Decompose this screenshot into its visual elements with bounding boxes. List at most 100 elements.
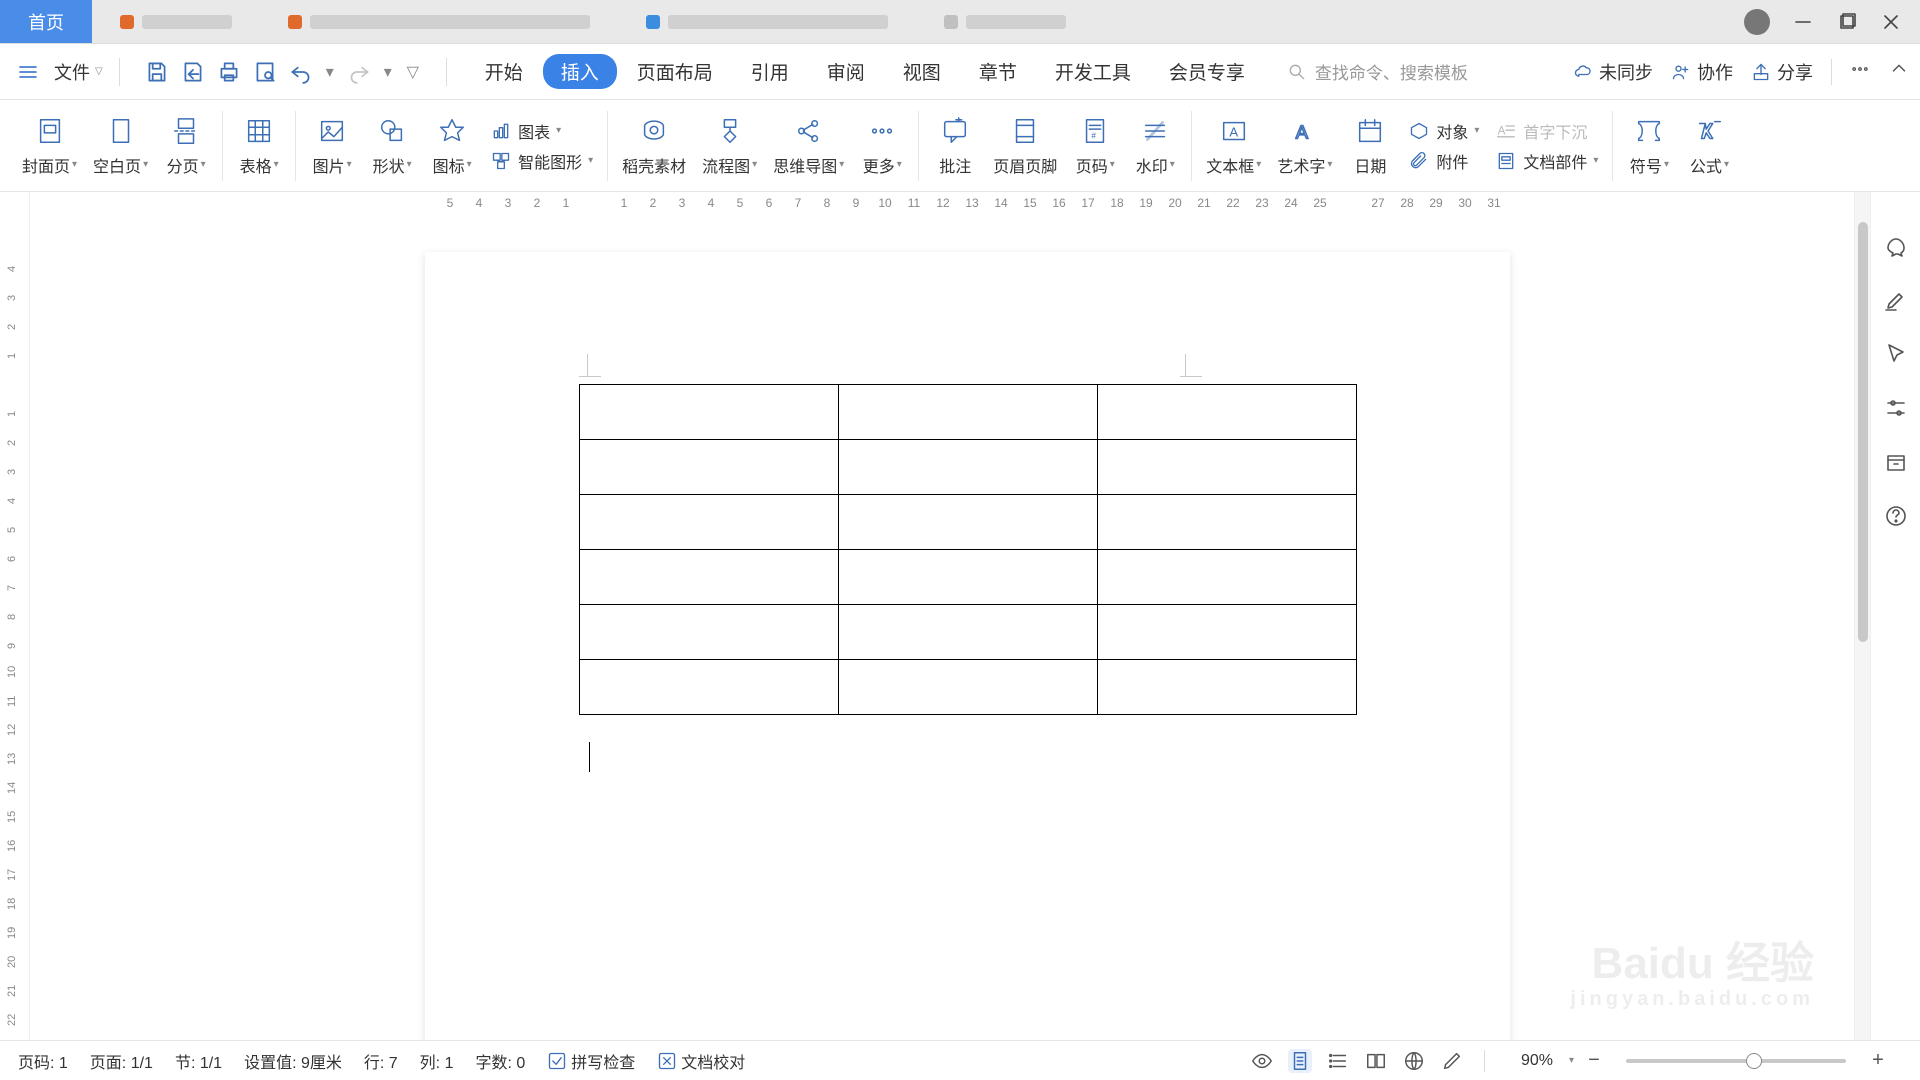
eye-icon[interactable] <box>1250 1049 1274 1073</box>
table-cell[interactable] <box>839 660 1098 715</box>
collab-button[interactable]: 协作 <box>1671 59 1733 85</box>
chart-button[interactable]: 图表▾ <box>490 119 593 143</box>
table-cell[interactable] <box>580 660 839 715</box>
equation-button[interactable]: 公式▾ <box>1679 111 1739 181</box>
status-section[interactable]: 节: 1/1 <box>169 1049 228 1073</box>
reading-view-icon[interactable] <box>1364 1049 1388 1073</box>
status-page-no[interactable]: 页码: 1 <box>12 1049 74 1073</box>
command-search[interactable]: 查找命令、搜索模板 <box>1287 59 1468 84</box>
outline-view-icon[interactable] <box>1326 1049 1350 1073</box>
status-page-of[interactable]: 页面: 1/1 <box>84 1049 159 1073</box>
attachment-button[interactable]: 附件 <box>1408 149 1479 173</box>
smartart-button[interactable]: 智能图形▾ <box>490 149 593 173</box>
zoom-out-button[interactable]: − <box>1584 1051 1604 1071</box>
table-cell[interactable] <box>1098 440 1357 495</box>
picture-button[interactable]: 图片▾ <box>302 111 362 181</box>
tab-section[interactable]: 章节 <box>961 54 1035 89</box>
file-menu[interactable]: 文件 ▽ <box>48 59 109 85</box>
page-view-icon[interactable] <box>1288 1049 1312 1073</box>
web-view-icon[interactable] <box>1402 1049 1426 1073</box>
icons-button[interactable]: 图标▾ <box>422 111 482 181</box>
blank-page-button[interactable]: 空白页▾ <box>85 111 156 181</box>
vertical-ruler[interactable]: 432112345678910111213141516171819202122 <box>0 192 30 1040</box>
tab-review[interactable]: 审阅 <box>809 54 883 89</box>
chevron-down-icon[interactable]: ▾ <box>324 59 336 85</box>
zoom-in-button[interactable]: + <box>1868 1051 1888 1071</box>
undo-icon[interactable] <box>288 59 314 85</box>
assistant-icon[interactable] <box>1882 232 1910 260</box>
tab-vip[interactable]: 会员专享 <box>1151 54 1263 89</box>
page-number-button[interactable]: #页码▾ <box>1065 111 1125 181</box>
tab-home[interactable]: 首页 <box>0 0 92 43</box>
tab-insert[interactable]: 插入 <box>543 54 617 89</box>
table-cell[interactable] <box>839 495 1098 550</box>
help-icon[interactable] <box>1882 502 1910 530</box>
tab-reference[interactable]: 引用 <box>733 54 807 89</box>
watermark-button[interactable]: 水印▾ <box>1125 111 1185 181</box>
flowchart-button[interactable]: 流程图▾ <box>694 111 765 181</box>
customize-qat-icon[interactable]: ▽ <box>404 59 422 85</box>
sync-button[interactable]: 未同步 <box>1573 59 1653 85</box>
table-cell[interactable] <box>580 605 839 660</box>
edit-mode-icon[interactable] <box>1440 1049 1464 1073</box>
dropcap-button[interactable]: A首字下沉 <box>1495 119 1598 143</box>
textbox-button[interactable]: A文本框▾ <box>1198 111 1269 181</box>
highlight-icon[interactable] <box>1882 286 1910 314</box>
tab-doc-3[interactable] <box>618 0 916 43</box>
table-cell[interactable] <box>1098 605 1357 660</box>
table-cell[interactable] <box>580 385 839 440</box>
table-cell[interactable] <box>1098 495 1357 550</box>
user-avatar[interactable] <box>1744 9 1770 35</box>
proofread-button[interactable]: 文档校对 <box>651 1049 751 1073</box>
document-page[interactable] <box>425 252 1510 1040</box>
status-setting[interactable]: 设置值: 9厘米 <box>238 1049 348 1073</box>
page-break-button[interactable]: 分页▾ <box>156 111 216 181</box>
save-icon[interactable] <box>144 59 170 85</box>
tab-view[interactable]: 视图 <box>885 54 959 89</box>
tab-pagelayout[interactable]: 页面布局 <box>619 54 731 89</box>
zoom-thumb[interactable] <box>1746 1053 1762 1069</box>
table-cell[interactable] <box>580 440 839 495</box>
print-icon[interactable] <box>216 59 242 85</box>
more-menu[interactable] <box>1850 59 1870 84</box>
status-words[interactable]: 字数: 0 <box>469 1049 531 1073</box>
wordart-button[interactable]: A艺术字▾ <box>1269 111 1340 181</box>
archive-icon[interactable] <box>1882 448 1910 476</box>
table-button[interactable]: 表格▾ <box>229 111 289 181</box>
symbol-button[interactable]: 符号▾ <box>1619 111 1679 181</box>
tab-start[interactable]: 开始 <box>467 54 541 89</box>
document-canvas[interactable]: 5432112345678910111213141516171819202122… <box>30 192 1854 1040</box>
table-cell[interactable] <box>580 495 839 550</box>
table-cell[interactable] <box>1098 550 1357 605</box>
horizontal-ruler[interactable]: 5432112345678910111213141516171819202122… <box>30 192 1854 216</box>
tab-doc-2[interactable] <box>260 0 618 43</box>
table-cell[interactable] <box>839 440 1098 495</box>
comment-button[interactable]: 批注 <box>925 111 985 181</box>
tab-devtools[interactable]: 开发工具 <box>1037 54 1149 89</box>
table-cell[interactable] <box>839 605 1098 660</box>
more-button[interactable]: 更多▾ <box>852 111 912 181</box>
status-line[interactable]: 行: 7 <box>358 1049 404 1073</box>
header-footer-button[interactable]: 页眉页脚 <box>985 111 1065 181</box>
print-preview-icon[interactable] <box>252 59 278 85</box>
redo-icon[interactable] <box>346 59 372 85</box>
docer-material-button[interactable]: 稻壳素材 <box>614 111 694 181</box>
menu-icon[interactable] <box>18 62 38 82</box>
date-button[interactable]: 日期 <box>1340 111 1400 181</box>
vertical-scrollbar[interactable] <box>1854 192 1870 1040</box>
docparts-button[interactable]: 文档部件▾ <box>1495 149 1598 173</box>
document-table[interactable] <box>579 384 1357 715</box>
chevron-down-icon[interactable]: ▾ <box>382 59 394 85</box>
table-cell[interactable] <box>839 550 1098 605</box>
table-cell[interactable] <box>839 385 1098 440</box>
object-button[interactable]: 对象▾ <box>1408 119 1479 143</box>
table-cell[interactable] <box>580 550 839 605</box>
status-col[interactable]: 列: 1 <box>414 1049 460 1073</box>
save-as-icon[interactable] <box>180 59 206 85</box>
collapse-ribbon-icon[interactable] <box>1888 58 1910 85</box>
minimize-button[interactable] <box>1792 11 1814 33</box>
close-button[interactable] <box>1880 11 1902 33</box>
table-cell[interactable] <box>1098 660 1357 715</box>
table-cell[interactable] <box>1098 385 1357 440</box>
select-icon[interactable] <box>1882 340 1910 368</box>
